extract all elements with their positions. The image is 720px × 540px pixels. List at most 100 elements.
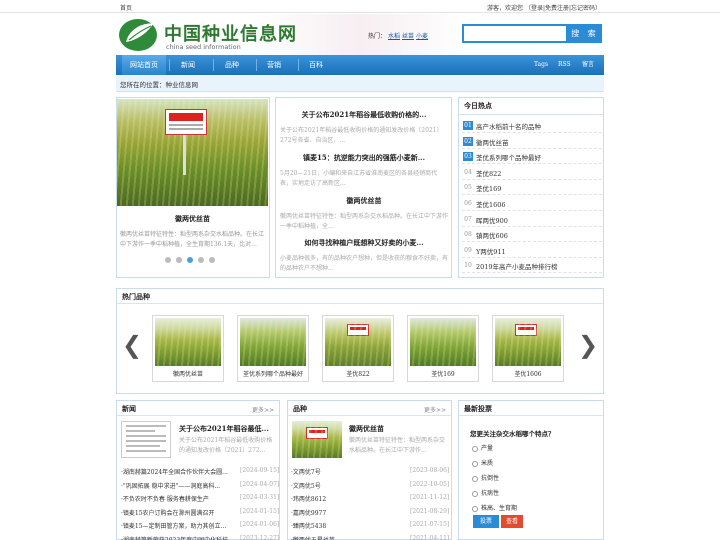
radio-icon[interactable] (472, 460, 478, 467)
main-nav: 网站首页 新闻 品种 营销 百科 Tags RSS 留言 (116, 55, 604, 75)
list-item-title[interactable]: ·镇麦15农户订购会在滁州圆满召开 (121, 510, 215, 517)
list-item[interactable]: ·镇麦15农户订购会在滁州圆满召开 [2024-01-15] (121, 508, 279, 521)
variety-card[interactable]: 荃优1606 (492, 315, 564, 382)
poll-option[interactable]: 抗倒性 (472, 473, 499, 482)
poll-option[interactable]: 株高、生育期 (472, 503, 517, 512)
hot-list-item[interactable]: 08 镇两优606 (462, 227, 602, 243)
hot-item-link[interactable]: 2019年高产小麦品种排行榜 (476, 261, 558, 271)
varieties-feature-image[interactable] (292, 421, 342, 458)
slider-image[interactable] (117, 99, 268, 206)
hot-item-link[interactable]: Y两优911 (476, 246, 506, 256)
slider-dot-active[interactable] (187, 257, 193, 263)
search-button[interactable]: 搜 索 (568, 24, 602, 43)
list-item[interactable]: ·臻两优5438 [2021-07-15] (291, 521, 449, 534)
hot-list-item[interactable]: 09 Y两优911 (462, 243, 602, 258)
radio-icon[interactable] (472, 505, 478, 512)
center-news-title[interactable]: 如何寻找种植户既想种又好卖的小麦... (280, 238, 448, 248)
home-link[interactable]: 首页 (120, 3, 132, 12)
center-news-title[interactable]: 关于公布2021年稻谷最低收购价格的... (280, 110, 448, 120)
hot-list-item[interactable]: 04 荃优822 (462, 165, 602, 180)
news-feature-image[interactable] (121, 421, 171, 458)
slider-dot[interactable] (209, 257, 215, 263)
variety-card[interactable]: 徽两优丝苗 (152, 315, 224, 382)
varieties-feature-title[interactable]: 徽两优丝苗 (349, 424, 449, 434)
list-item-title[interactable]: ·湖南赫篇2024年全国合作伙伴大会圆... (121, 469, 228, 476)
news-feature-title[interactable]: 关于公布2021年稻谷最低... (179, 424, 276, 434)
chevron-right-icon[interactable]: ❯ (578, 333, 598, 357)
list-item[interactable]: ·不负农时不负春 服务春耕保生产 [2024-03-31] (121, 494, 279, 507)
list-item[interactable]: ·文两优7号 [2023-08-06] (291, 467, 449, 480)
center-news-title[interactable]: 镇麦15：抗逆能力突出的强筋小麦新... (280, 153, 448, 163)
list-item-title[interactable]: ·文两优5号 (291, 483, 321, 490)
today-hot-title: 今日热点 (464, 101, 492, 110)
radio-icon[interactable] (472, 475, 478, 482)
view-results-button[interactable]: 查看 (501, 515, 523, 528)
hot-item-link[interactable]: 荃优169 (476, 183, 501, 193)
nav-item-marketing[interactable]: 营销 (258, 55, 290, 75)
list-item-title[interactable]: ·镇麦15—定制田管方案，助力其创立... (121, 523, 226, 530)
nav-item-news[interactable]: 新闻 (172, 55, 204, 75)
list-item[interactable]: ·玮两优8612 [2021-11-12] (291, 494, 449, 507)
nav-item-varieties[interactable]: 品种 (216, 55, 248, 75)
slider-dot[interactable] (198, 257, 204, 263)
slider-title[interactable]: 徽两优丝苗 (117, 214, 268, 224)
hot-item-link[interactable]: 荃优系列哪个品种最好 (476, 152, 541, 162)
poll-option[interactable]: 产量 (472, 443, 493, 452)
hot-list-item[interactable]: 10 2019年高产小麦品种排行榜 (462, 258, 602, 274)
user-links[interactable]: 游客，欢迎您 （登录|免费注册|忘记密码） (487, 3, 601, 12)
hot-list-item[interactable]: 02 徽两优丝苗 (462, 134, 602, 149)
slider-dot[interactable] (165, 257, 171, 263)
variety-card[interactable]: 荃优169 (407, 315, 479, 382)
poll-option[interactable]: 抗病性 (472, 488, 499, 497)
list-item-title[interactable]: ·嘉两优9977 (291, 510, 326, 517)
nav-message-link[interactable]: 留言 (582, 55, 594, 75)
poll-option[interactable]: 米质 (472, 458, 493, 467)
list-item[interactable]: ·文两优5号 [2022-10-05] (291, 481, 449, 494)
hot-list-item[interactable]: 05 荃优169 (462, 180, 602, 196)
chevron-left-icon[interactable]: ❮ (122, 333, 142, 357)
nav-item-encyclopedia[interactable]: 百科 (300, 55, 332, 75)
list-item-title[interactable]: ·臻两优5438 (291, 523, 326, 530)
center-news-title[interactable]: 徽两优丝苗 (280, 196, 448, 206)
hot-list-item[interactable]: 07 晖两优900 (462, 212, 602, 227)
vote-button[interactable]: 投票 (473, 515, 499, 528)
list-item[interactable]: ·镇麦15—定制田管方案，助力其创立... [2024-01-06] (121, 521, 279, 534)
slider-dot[interactable] (176, 257, 182, 263)
hot-list-item[interactable]: 01 高产水稻前十名的品种 (462, 118, 602, 133)
list-item-title[interactable]: ·玮两优8612 (291, 496, 326, 503)
variety-card-caption[interactable]: 荃优169 (408, 369, 478, 378)
list-item-title[interactable]: ·"巩固拓展 稳中求进"——洞庭高科... (121, 483, 220, 490)
hot-item-link[interactable]: 荃优822 (476, 168, 501, 178)
variety-card[interactable]: 荃优822 (322, 315, 394, 382)
radio-icon[interactable] (472, 490, 478, 497)
news-more-link[interactable]: 更多>> (252, 405, 274, 414)
variety-card[interactable]: 荃优系列哪个品种最好 (237, 315, 309, 382)
variety-card-caption[interactable]: 徽两优丝苗 (153, 369, 223, 378)
list-item[interactable]: ·"巩固拓展 稳中求进"——洞庭高科... [2024-04-07] (121, 481, 279, 494)
variety-card-caption[interactable]: 荃优系列哪个品种最好 (238, 369, 308, 378)
variety-card-caption[interactable]: 荃优822 (323, 369, 393, 378)
hot-item-link[interactable]: 高产水稻前十名的品种 (476, 121, 541, 131)
hot-item-link[interactable]: 徽两优丝苗 (476, 137, 509, 147)
list-item-title[interactable]: ·不负农时不负春 服务春耕保生产 (121, 496, 209, 503)
list-item[interactable]: ·湖南赫篇新荣获2023年度中国中化科技...[2023-12-27] (121, 535, 279, 540)
hot-keyword-link[interactable]: 水稻 (388, 33, 400, 40)
variety-card-caption[interactable]: 荃优1606 (493, 369, 563, 378)
hot-item-link[interactable]: 晖两优900 (476, 215, 508, 225)
list-item[interactable]: ·嘉两优9977 [2021-08-29] (291, 508, 449, 521)
hot-item-link[interactable]: 荃优1606 (476, 199, 506, 209)
varieties-more-link[interactable]: 更多>> (424, 405, 446, 414)
radio-icon[interactable] (472, 445, 478, 452)
list-item[interactable]: ·徽两优五星丝苗[2021-04-11] (291, 535, 449, 540)
nav-item-home[interactable]: 网站首页 (122, 55, 166, 75)
hot-list-item[interactable]: 06 荃优1606 (462, 196, 602, 211)
list-item-title[interactable]: ·文两优7号 (291, 469, 321, 476)
hot-keyword-link[interactable]: 丝苗 (402, 33, 414, 40)
search-input[interactable] (462, 24, 568, 43)
nav-rss-link[interactable]: RSS (558, 55, 571, 75)
hot-keyword-link[interactable]: 小麦 (416, 33, 428, 40)
hot-list-item[interactable]: 03 荃优系列哪个品种最好 (462, 149, 602, 165)
nav-tags-link[interactable]: Tags (534, 55, 548, 75)
hot-item-link[interactable]: 镇两优606 (476, 230, 508, 240)
list-item[interactable]: ·湖南赫篇2024年全国合作伙伴大会圆... [2024-09-15] (121, 467, 279, 480)
